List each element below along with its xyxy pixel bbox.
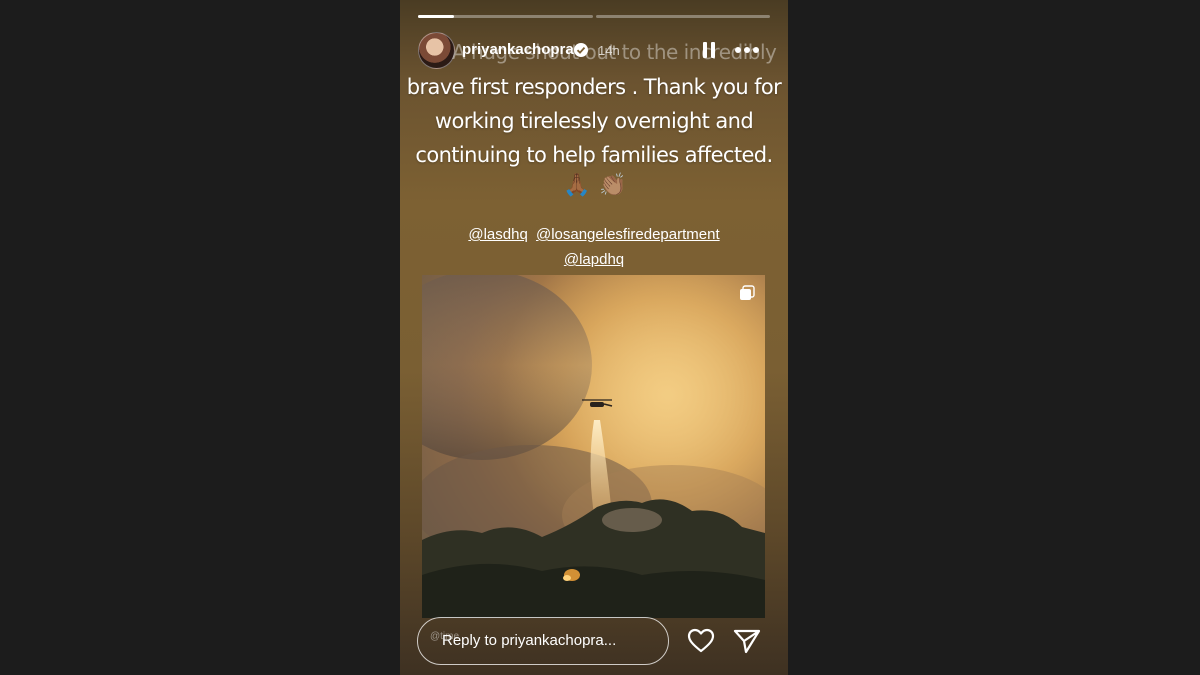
clapping-hands-emoji: 👏🏽 xyxy=(599,172,627,197)
send-icon[interactable] xyxy=(733,628,761,654)
wildfire-image xyxy=(422,275,765,618)
praying-hands-emoji: 🙏🏾 xyxy=(562,172,591,197)
emoji-row: 🙏🏾 👏🏽 xyxy=(400,172,788,198)
story-progress-1 xyxy=(418,15,593,18)
copy-icon[interactable] xyxy=(739,285,755,301)
story-caption: brave first responders . Thank you for w… xyxy=(400,70,788,172)
heart-icon[interactable] xyxy=(687,628,715,654)
username[interactable]: priyankachopra xyxy=(462,41,574,58)
mention-lasdhq[interactable]: @lasdhq xyxy=(468,226,527,243)
caption-line: working tirelessly overnight and xyxy=(434,109,754,133)
mention-lafd[interactable]: @losangelesfiredepartment xyxy=(536,226,720,243)
pause-icon[interactable] xyxy=(700,41,718,59)
time-ago: 14h xyxy=(598,43,620,58)
avatar[interactable] xyxy=(418,32,455,69)
verified-icon xyxy=(574,43,588,57)
mention-lapdhq[interactable]: @lapdhq xyxy=(564,251,624,268)
watermark: @time xyxy=(430,631,460,642)
wildfire-photo[interactable] xyxy=(422,275,765,618)
mentions: @lasdhq @losangelesfiredepartment @lapdh… xyxy=(400,222,788,272)
more-icon[interactable] xyxy=(734,41,760,59)
story-progress-2 xyxy=(596,15,770,18)
caption-line: brave first responders . Thank you for xyxy=(406,75,782,99)
caption-line: continuing to help families affected. xyxy=(415,143,773,167)
story-header: priyankachopra 14h xyxy=(418,32,773,69)
story-viewer: priyankachopra 14h brave first responder… xyxy=(400,0,788,675)
